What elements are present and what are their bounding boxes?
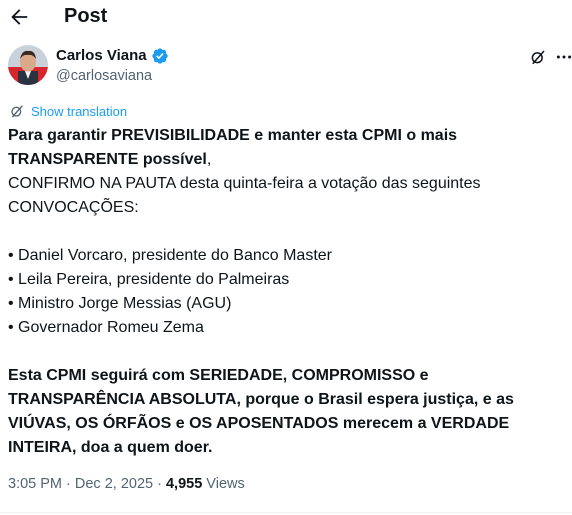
closing-line: TRANSPARÊNCIA ABSOLUTA, porque o Brasil … <box>8 391 514 408</box>
post-time[interactable]: 3:05 PM <box>8 476 62 492</box>
more-options-icon[interactable] <box>555 48 572 66</box>
closing-line: Esta CPMI seguirá com SERIEDADE, COMPROM… <box>8 367 429 384</box>
post-line: Para garantir PREVISIBILIDADE e manter e… <box>8 127 458 144</box>
post-bold-text: TRANSPARENTE possível <box>8 151 207 168</box>
author-name[interactable]: Carlos Viana <box>56 46 147 65</box>
closing-line: VIÚVAS, OS ÓRFÃOS e OS APOSENTADOS merec… <box>8 415 510 432</box>
closing-line: INTEIRA, doa a quem doer. <box>8 439 213 456</box>
bullet-item: • Governador Romeu Zema <box>8 319 204 336</box>
post-metadata: 3:05 PM · Dec 2, 2025 · 4,955 Views <box>8 476 245 492</box>
post-text-tail: , <box>206 151 212 168</box>
page-title: Post <box>64 5 108 27</box>
author-block: Carlos Viana @carlosaviana <box>56 46 169 86</box>
meta-separator: · <box>153 476 166 492</box>
views-label: Views <box>202 476 245 492</box>
meta-separator: · <box>62 476 75 492</box>
verified-badge-icon[interactable] <box>151 47 169 65</box>
translate-icon <box>11 105 23 118</box>
divider <box>0 512 572 513</box>
top-bar: Post <box>0 0 572 34</box>
show-translation-label: Show translation <box>31 103 128 119</box>
show-translation-link[interactable]: Show translation <box>9 103 127 119</box>
author-handle[interactable]: @carlosaviana <box>56 66 169 86</box>
post-date[interactable]: Dec 2, 2025 <box>75 476 153 492</box>
grok-icon[interactable] <box>529 48 547 66</box>
views-count: 4,955 <box>165 476 203 492</box>
post-line: CONVOCAÇÕES: <box>8 199 139 216</box>
post-line: TRANSPARENTE possível, <box>8 148 568 172</box>
author-name-row: Carlos Viana <box>56 46 169 65</box>
post-line: CONFIRMO NA PAUTA desta quinta-feira a v… <box>8 175 481 192</box>
avatar-image <box>8 45 48 85</box>
bullet-item: • Daniel Vorcaro, presidente do Banco Ma… <box>8 247 332 264</box>
arrow-left-icon[interactable] <box>8 6 30 28</box>
bullet-item: • Leila Pereira, presidente do Palmeiras <box>8 271 290 288</box>
post-text: Para garantir PREVISIBILIDADE e manter e… <box>8 124 568 460</box>
bullet-item: • Ministro Jorge Messias (AGU) <box>8 295 232 312</box>
avatar[interactable] <box>8 45 48 85</box>
